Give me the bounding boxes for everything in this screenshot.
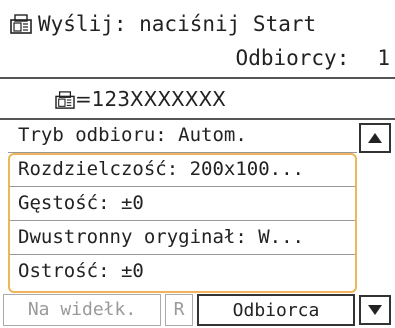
selection-frame [8,153,357,293]
status-line: Wyślij: naciśnij Start [10,10,390,38]
arrow-up-icon [368,133,382,143]
recipients-count: 1 [377,46,390,70]
fax-icon [55,87,75,117]
recipients-label: Odbiorcy: [235,46,350,70]
fax-icon [10,13,32,41]
destination-number: =123XXXXXXX [75,87,226,111]
bottom-toolbar: Na widełk. R Odbiorca [0,294,395,328]
status-header: Wyślij: naciśnij Start Odbiorcy: 1 =123X… [0,0,395,120]
list-item-receive-mode[interactable]: Tryb odbioru: Autom. [8,120,357,150]
fax-send-screen: Wyślij: naciśnij Start Odbiorcy: 1 =123X… [0,0,395,328]
header-divider [0,77,395,79]
settings-list: Tryb odbioru: Autom. Rozdzielczość: 200x… [8,120,357,294]
destination-line: =123XXXXXXX [55,84,226,114]
recipients-line: Odbiorcy: 1 [10,44,390,72]
scroll-up-button[interactable] [359,123,391,153]
status-text: Wyślij: naciśnij Start [38,12,317,36]
recipient-button[interactable]: Odbiorca [197,294,355,326]
r-key-button[interactable]: R [165,294,193,326]
on-hook-button[interactable]: Na widełk. [3,294,161,326]
